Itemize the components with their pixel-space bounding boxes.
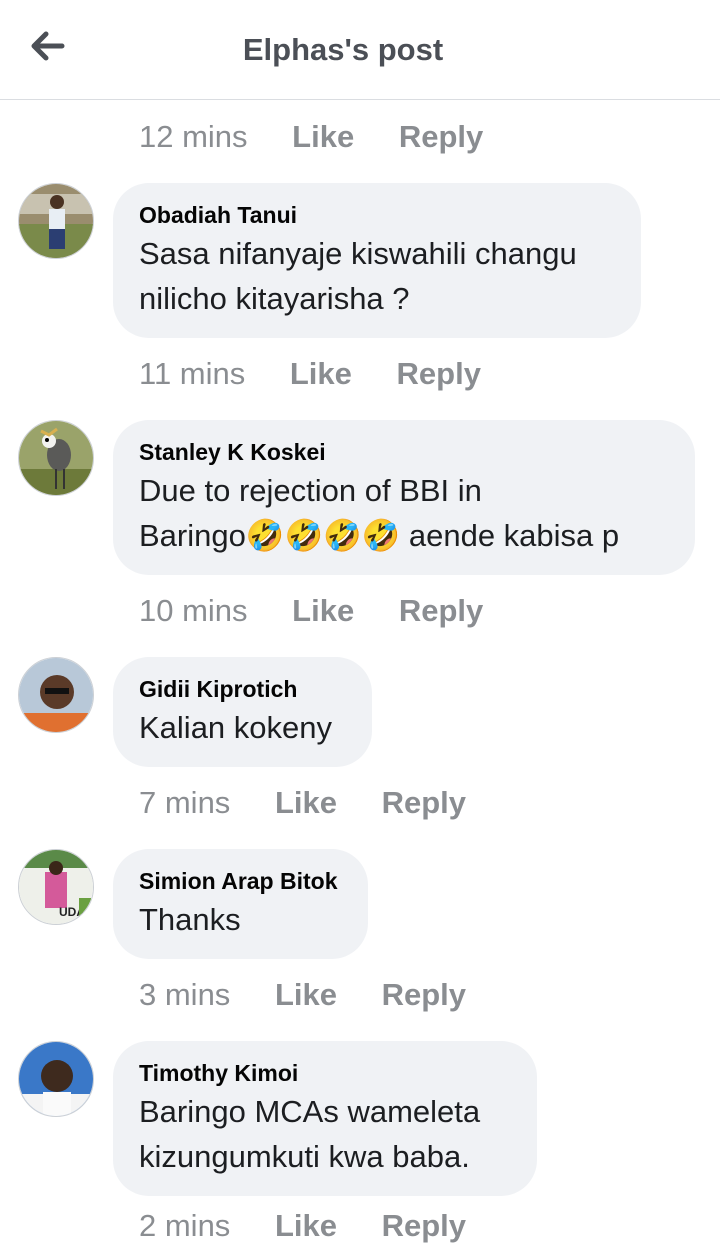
comment-meta: 3 mins Like Reply (139, 975, 502, 1015)
reply-button[interactable]: Reply (382, 783, 466, 823)
comment-meta: 11 mins Like Reply (139, 354, 517, 394)
comment-time: 2 mins (139, 1208, 231, 1243)
comment-text: Due to rejection of BBI in Baringo🤣🤣🤣🤣 a… (139, 473, 620, 553)
comment-author[interactable]: Stanley K Koskei (139, 438, 669, 466)
like-button[interactable]: Like (290, 354, 352, 394)
comment-bubble: Timothy Kimoi Baringo MCAs wameleta kizu… (113, 1041, 537, 1196)
avatar[interactable] (18, 1041, 94, 1117)
comment-bubble: Gidii Kiprotich Kalian kokeny (113, 657, 372, 767)
comment-meta: 10 mins Like Reply (139, 591, 519, 631)
avatar[interactable]: UDA (18, 849, 94, 925)
like-button[interactable]: Like (292, 591, 354, 631)
comment-time: 3 mins (139, 977, 231, 1012)
like-button[interactable]: Like (275, 975, 337, 1015)
reply-button[interactable]: Reply (382, 1206, 466, 1246)
comment-author[interactable]: Gidii Kiprotich (139, 675, 346, 703)
comment-time: 7 mins (139, 785, 231, 820)
comment-bubble: Obadiah Tanui Sasa nifanyaje kiswahili c… (113, 183, 641, 338)
comment-author[interactable]: Timothy Kimoi (139, 1059, 511, 1087)
comment-text: Thanks (139, 902, 241, 937)
avatar[interactable] (18, 657, 94, 733)
comment-author[interactable]: Obadiah Tanui (139, 201, 615, 229)
like-button[interactable]: Like (275, 1206, 337, 1246)
reply-button[interactable]: Reply (399, 117, 483, 157)
avatar[interactable] (18, 183, 94, 259)
comment-time: 12 mins (139, 119, 248, 154)
comment-meta: 7 mins Like Reply (139, 783, 502, 823)
like-button[interactable]: Like (275, 783, 337, 823)
comment-time: 10 mins (139, 593, 248, 628)
avatar[interactable] (18, 420, 94, 496)
reply-button[interactable]: Reply (399, 591, 483, 631)
comment-text: Sasa nifanyaje kiswahili changu nilicho … (139, 236, 577, 316)
comment-author[interactable]: Simion Arap Bitok (139, 867, 342, 895)
reply-button[interactable]: Reply (397, 354, 481, 394)
comment-bubble: Stanley K Koskei Due to rejection of BBI… (113, 420, 695, 575)
comment-meta: 12 mins Like Reply (139, 117, 519, 157)
comment-text: Kalian kokeny (139, 710, 333, 745)
reply-button[interactable]: Reply (382, 975, 466, 1015)
top-bar: Elphas's post (0, 0, 720, 100)
comment-text: Baringo MCAs wameleta kizungumkuti kwa b… (139, 1094, 481, 1174)
like-button[interactable]: Like (292, 117, 354, 157)
comment-meta: 2 mins Like Reply (139, 1206, 502, 1246)
comment-time: 11 mins (139, 356, 246, 391)
comment-bubble: Simion Arap Bitok Thanks (113, 849, 368, 959)
page-title: Elphas's post (242, 32, 444, 67)
